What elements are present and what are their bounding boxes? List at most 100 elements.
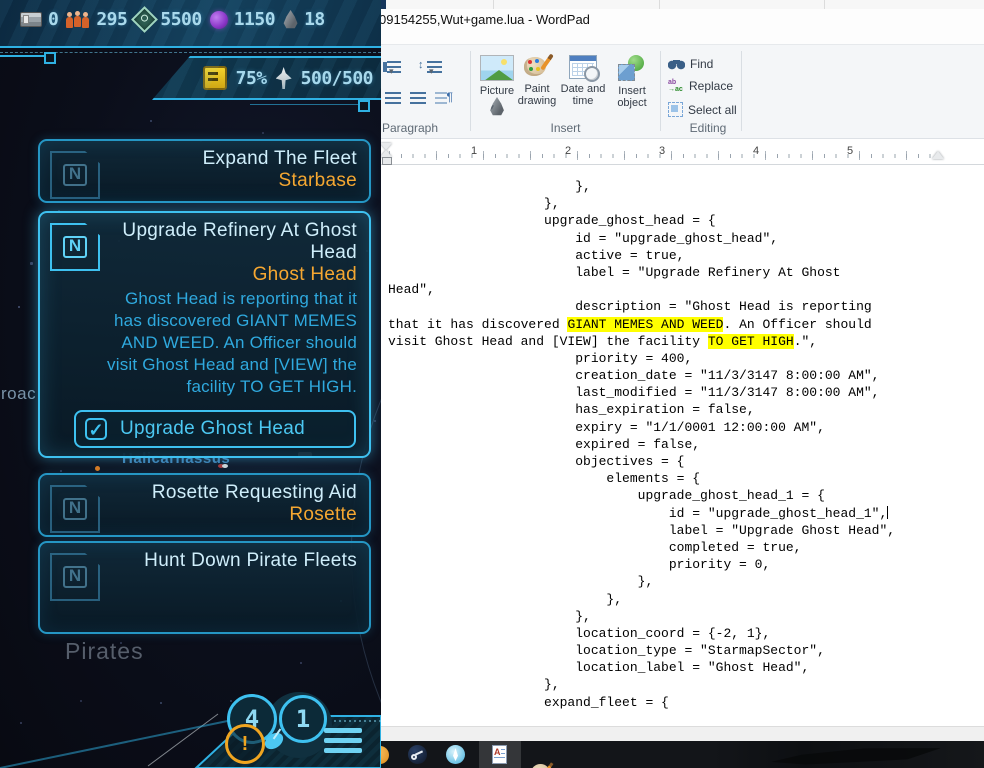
- paragraph-mark-icon[interactable]: [435, 90, 454, 105]
- mission-link-frame[interactable]: N: [50, 223, 100, 271]
- ore-value: 18: [304, 9, 325, 30]
- map-dot-orange: [95, 466, 100, 471]
- external-link-icon: N: [63, 236, 87, 258]
- justify-icon[interactable]: [410, 92, 426, 104]
- doc-line: label = "Upgrade Refinery At Ghost: [388, 264, 841, 280]
- select-all-label: Select all: [688, 102, 737, 117]
- doc-line: active = true,: [388, 247, 685, 263]
- circuit-trace: [0, 55, 44, 57]
- doc-line: creation_date = "11/3/3147 8:00:00 AM",: [388, 368, 880, 384]
- date-time-label: Date and time: [560, 83, 606, 107]
- doc-line: id = "upgrade_ghost_head",: [388, 230, 779, 246]
- paragraph-group-label: Paragraph: [381, 121, 439, 135]
- mission-card-expand-fleet[interactable]: N Expand The Fleet Starbase: [38, 139, 371, 203]
- title-bar[interactable]: 09154255,Wut+game.lua - WordPad: [381, 9, 984, 44]
- mission-link-frame[interactable]: N: [50, 151, 100, 199]
- doc-line: expiry = "1/1/0001 12:00:00 AM",: [388, 419, 825, 435]
- doc-line: upgrade_ghost_head = {: [388, 213, 716, 229]
- resource-bar: 0 295 5500 1150 18: [20, 6, 377, 33]
- date-time-button[interactable]: Date and time: [558, 55, 608, 107]
- insert-object-button[interactable]: Insert object: [609, 55, 655, 109]
- ruler-number: 2: [564, 145, 572, 157]
- select-all-button[interactable]: Select all: [668, 102, 737, 117]
- status-bar-strip: [381, 726, 984, 741]
- mission-card-pirates[interactable]: N Hunt Down Pirate Fleets: [38, 541, 371, 634]
- line-spacing-icon[interactable]: [418, 59, 442, 74]
- document-text[interactable]: }, }, upgrade_ghost_head = { id = "upgra…: [381, 165, 984, 727]
- mission-title: Expand The Fleet: [202, 148, 357, 169]
- satellite-dish-icon[interactable]: [262, 728, 292, 754]
- doc-line: that it has discovered GIANT MEMES AND W…: [388, 316, 872, 332]
- external-link-icon: N: [63, 498, 87, 520]
- mission-link-frame[interactable]: N: [50, 553, 100, 601]
- group-separator: [660, 51, 661, 131]
- text-caret: [887, 505, 889, 519]
- status-bar: 75% 500/500: [152, 56, 381, 100]
- ruler-number: 3: [658, 145, 666, 157]
- morale-robot-icon: [202, 66, 227, 90]
- wordpad-taskbar-icon[interactable]: [492, 745, 507, 764]
- picture-dropdown-caret[interactable]: [490, 97, 504, 116]
- cargo-icon: [20, 12, 42, 27]
- doc-line: last_modified = "11/3/3147 8:00:00 AM",: [388, 385, 880, 401]
- doc-line: label = "Upgrade Ghost Head",: [388, 522, 896, 538]
- mission-location: Rosette: [289, 504, 357, 525]
- external-link-icon: N: [63, 566, 87, 588]
- doc-line: },: [388, 677, 560, 693]
- doc-line: Head",: [388, 282, 435, 298]
- hanging-indent-marker[interactable]: [381, 150, 392, 157]
- doc-line: location_type = "StarmapSector",: [388, 643, 825, 659]
- resource-crew: 295: [66, 9, 128, 30]
- alert-exclamation-icon[interactable]: !: [225, 724, 265, 764]
- first-line-indent-marker[interactable]: [381, 143, 392, 150]
- paragraph-icons-row1: [387, 59, 442, 74]
- replace-ab-icon: ab →ac: [668, 79, 683, 93]
- doc-line: has_expiration = false,: [388, 402, 755, 418]
- objective-label: Upgrade Ghost Head: [120, 418, 305, 439]
- doc-line: expand_fleet = {: [388, 694, 669, 710]
- doc-line: },: [388, 179, 591, 194]
- doc-line: completed = true,: [388, 539, 802, 555]
- mission-location: Starbase: [278, 170, 357, 191]
- doc-line: location_label = "Ghost Head",: [388, 660, 810, 676]
- picture-icon: [480, 55, 514, 81]
- menu-hamburger-icon[interactable]: [324, 728, 362, 733]
- doc-line: },: [388, 608, 591, 624]
- mission-card-rosette[interactable]: N Rosette Requesting Aid Rosette: [38, 473, 371, 537]
- align-right-icon[interactable]: [385, 92, 401, 104]
- replace-button[interactable]: ab →ac Replace: [668, 79, 733, 93]
- ruler-number: 5: [846, 145, 854, 157]
- doc-line: location_coord = {-2, 1},: [388, 625, 771, 641]
- hull-ship-icon: [275, 67, 292, 89]
- paint-taskbar-icon[interactable]: [531, 764, 550, 768]
- paint-drawing-button[interactable]: Paint drawing: [514, 55, 560, 107]
- date-time-icon: [569, 55, 600, 82]
- minerals-value: 5500: [160, 9, 202, 30]
- ruler: 1 2 3 4 5: [381, 142, 984, 165]
- mission-location: Ghost Head: [252, 264, 357, 285]
- ribbon: Paragraph Picture Paint drawing Date and…: [381, 44, 984, 139]
- game-app-icon[interactable]: [446, 745, 465, 764]
- checkbox-checked-icon[interactable]: ✓: [85, 418, 107, 440]
- mission-title: Hunt Down Pirate Fleets: [144, 550, 357, 571]
- find-button[interactable]: Find: [668, 57, 713, 71]
- taskbar-partial-icon[interactable]: [381, 746, 389, 764]
- paragraph-icons-row2: [385, 90, 454, 105]
- left-indent-marker[interactable]: [382, 157, 392, 165]
- map-label-partial: roac: [1, 384, 37, 403]
- circuit-node: [44, 52, 56, 64]
- doc-line: },: [388, 591, 623, 607]
- cargo-value: 0: [48, 9, 59, 30]
- insert-object-label: Insert object: [617, 85, 647, 109]
- objective-button[interactable]: ✓ Upgrade Ghost Head: [74, 410, 356, 448]
- sector-label-pirates: Pirates: [65, 638, 144, 664]
- doc-line: priority = 400,: [388, 350, 693, 366]
- mission-link-frame[interactable]: N: [50, 485, 100, 533]
- doc-line: id = "upgrade_ghost_head_1",: [388, 505, 889, 521]
- replace-label: Replace: [689, 79, 734, 93]
- mission-card-upgrade-refinery[interactable]: N Upgrade Refinery At Ghost Head Ghost H…: [38, 211, 371, 458]
- mission-description: Ghost Head is reporting that it has disc…: [107, 289, 357, 396]
- bullet-list-icon[interactable]: [387, 61, 401, 73]
- right-indent-marker[interactable]: [932, 151, 944, 159]
- steam-icon[interactable]: [408, 745, 427, 764]
